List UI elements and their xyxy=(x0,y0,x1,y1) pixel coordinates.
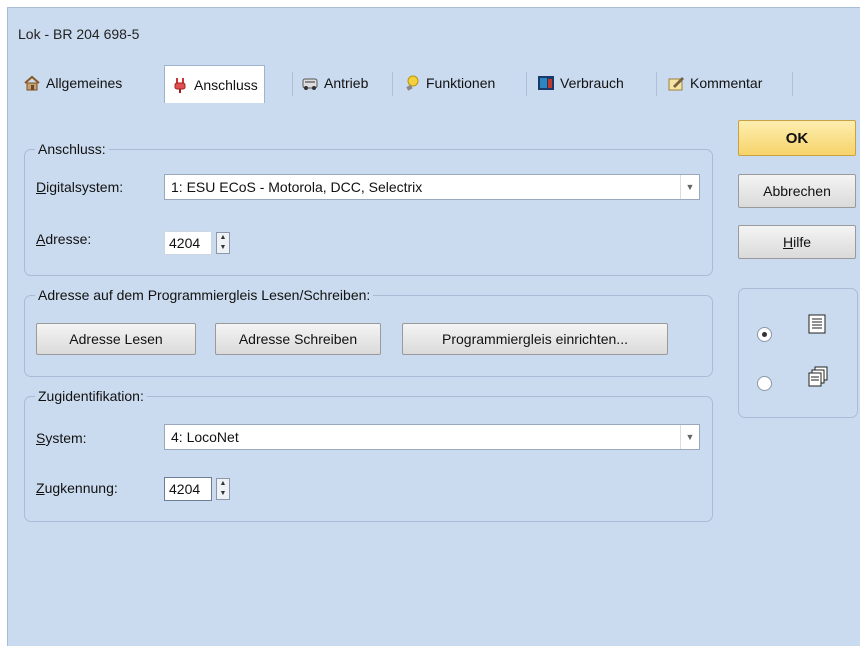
system-select[interactable]: 4: LocoNet ▼ xyxy=(164,424,700,450)
zugkennung-label: Zugkennung: xyxy=(36,480,118,496)
house-icon xyxy=(24,75,40,91)
chevron-down-icon[interactable]: ▼ xyxy=(680,425,699,449)
tab-allgemeines[interactable]: Allgemeines xyxy=(16,66,129,100)
spin-up-icon[interactable]: ▲ xyxy=(217,479,229,489)
spin-down-icon[interactable]: ▼ xyxy=(217,243,229,253)
view-pages-radio[interactable] xyxy=(757,376,772,391)
ok-button[interactable]: OK xyxy=(738,120,856,156)
engine-icon xyxy=(302,78,318,90)
zugid-group-title: Zugidentifikation: xyxy=(35,388,147,404)
chevron-down-icon[interactable]: ▼ xyxy=(680,175,699,199)
tab-funktionen[interactable]: Funktionen xyxy=(396,66,502,100)
pages-view-icon xyxy=(808,366,828,387)
list-view-icon xyxy=(808,314,826,334)
bulb-icon xyxy=(406,75,419,91)
note-icon xyxy=(668,77,684,91)
digitalsystem-label: Digitalsystem: xyxy=(36,179,124,195)
tab-verbrauch[interactable]: Verbrauch xyxy=(530,66,631,100)
anschluss-group-title: Anschluss: xyxy=(35,141,109,157)
programmiergleis-einrichten-button[interactable]: Programmiergleis einrichten... xyxy=(402,323,668,355)
tab-label: Funktionen xyxy=(426,75,496,91)
tab-label: Verbrauch xyxy=(560,75,624,91)
adresse-lesen-button[interactable]: Adresse Lesen xyxy=(36,323,196,355)
tab-antrieb[interactable]: Antrieb xyxy=(294,66,375,100)
tab-label: Anschluss xyxy=(194,76,258,93)
anschluss-group: Anschluss: xyxy=(24,141,713,276)
plug-icon xyxy=(174,77,186,93)
zugkennung-spin-buttons[interactable]: ▲ ▼ xyxy=(216,478,230,500)
zugkennung-input[interactable]: 4204 xyxy=(164,477,212,501)
adresse-stepper[interactable]: 4204 ▲ ▼ xyxy=(164,230,230,256)
tab-anschluss[interactable]: Anschluss xyxy=(164,65,265,103)
dialog-window: Lok - BR 204 698-5 Allgemeines Anschluss… xyxy=(7,7,860,646)
tab-label: Kommentar xyxy=(690,75,763,91)
system-label: System: xyxy=(36,430,87,446)
tab-label: Antrieb xyxy=(324,75,369,91)
window-title: Lok - BR 204 698-5 xyxy=(18,26,140,42)
adresse-schreiben-button[interactable]: Adresse Schreiben xyxy=(215,323,381,355)
fuel-icon xyxy=(538,76,554,90)
view-mode-group xyxy=(738,288,858,418)
tab-kommentar[interactable]: Kommentar xyxy=(660,66,769,100)
zugid-group: Zugidentifikation: xyxy=(24,388,713,522)
adresse-label: Adresse: xyxy=(36,231,92,247)
spin-up-icon[interactable]: ▲ xyxy=(217,233,229,243)
tab-label: Allgemeines xyxy=(46,75,123,91)
adresse-input[interactable]: 4204 xyxy=(164,231,212,255)
digitalsystem-select[interactable]: 1: ESU ECoS - Motorola, DCC, Selectrix ▼ xyxy=(164,174,700,200)
adresse-spin-buttons[interactable]: ▲ ▼ xyxy=(216,232,230,254)
zugkennung-stepper[interactable]: 4204 ▲ ▼ xyxy=(164,476,230,502)
spin-down-icon[interactable]: ▼ xyxy=(217,489,229,499)
view-list-radio[interactable] xyxy=(757,327,772,342)
programmier-group-title: Adresse auf dem Programmiergleis Lesen/S… xyxy=(35,287,374,303)
help-button[interactable]: Hilfe xyxy=(738,225,856,259)
cancel-button[interactable]: Abbrechen xyxy=(738,174,856,208)
